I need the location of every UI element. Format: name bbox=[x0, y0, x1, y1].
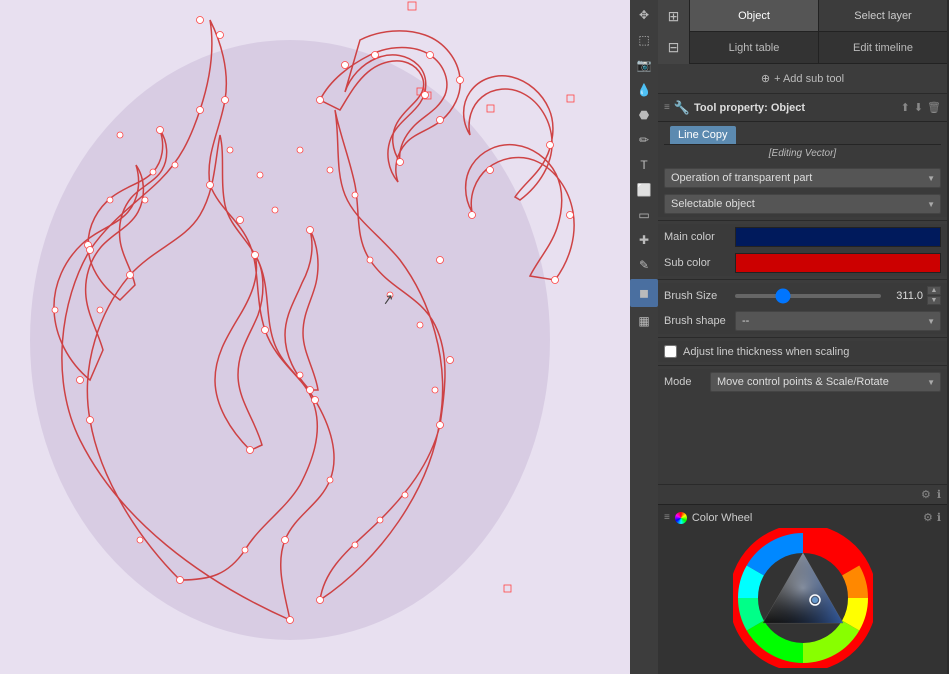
tool-prop-icon: 🔧 bbox=[674, 100, 690, 116]
color-wheel-header: ≡ Color Wheel ⚙ ℹ bbox=[664, 511, 941, 524]
editing-vector-label: [Editing Vector] bbox=[664, 145, 941, 165]
adjust-thickness-row: Adjust line thickness when scaling bbox=[658, 341, 947, 362]
tool-select-icon[interactable]: ▭ bbox=[633, 204, 655, 226]
tool-fill-icon[interactable]: ⬣ bbox=[633, 104, 655, 126]
object-btn[interactable]: Object bbox=[690, 0, 819, 31]
color-wheel-svg[interactable] bbox=[733, 528, 873, 668]
tool-text-icon[interactable]: T bbox=[633, 154, 655, 176]
adjust-thickness-checkbox[interactable] bbox=[664, 345, 677, 358]
color-wheel-menu-icon[interactable]: ≡ bbox=[664, 512, 670, 523]
sub-color-label: Sub color bbox=[664, 257, 729, 269]
brush-size-slider[interactable] bbox=[735, 294, 881, 298]
tool-eyedrop-icon[interactable]: 💧 bbox=[633, 79, 655, 101]
operation-dropdown-row: Operation of transparent part Option 2 bbox=[658, 165, 947, 191]
mode-row: Mode Move control points & Scale/Rotate … bbox=[658, 369, 947, 395]
sub-color-row: Sub color bbox=[658, 250, 947, 276]
tool-zoom-icon[interactable]: ⬚ bbox=[633, 29, 655, 51]
selectable-object-dropdown[interactable]: Selectable object Option 2 bbox=[664, 194, 941, 214]
panel-settings-icon[interactable]: ⚙ bbox=[921, 488, 931, 501]
right-panel: ⊞ Object Select layer ⊟ Light table Edit… bbox=[658, 0, 947, 674]
second-row: ⊟ Light table Edit timeline bbox=[658, 32, 947, 64]
side-icon-bar: ✥ ⬚ 📷 💧 ⬣ ✏ T ⬜ ▭ ✚ ✎ ◼ ▦ bbox=[630, 0, 658, 674]
add-icon: ⊕ bbox=[761, 72, 770, 85]
tool-color-icon[interactable]: ◼ bbox=[630, 279, 658, 307]
panel-spacer bbox=[658, 395, 947, 484]
tool-transform-icon[interactable]: ✚ bbox=[633, 229, 655, 251]
tool-move-icon[interactable]: ✥ bbox=[633, 4, 655, 26]
artwork-svg: ↗ bbox=[0, 0, 630, 674]
color-wheel-section: ≡ Color Wheel ⚙ ℹ bbox=[658, 504, 947, 674]
panel-info-icon[interactable]: ℹ bbox=[937, 488, 941, 501]
brush-size-down[interactable]: ▼ bbox=[927, 296, 941, 305]
main-color-label: Main color bbox=[664, 231, 729, 243]
mode-label: Mode bbox=[664, 376, 704, 388]
canvas-area: ↗ bbox=[0, 0, 630, 674]
brush-shape-dropdown[interactable]: -- Round Square bbox=[735, 311, 941, 331]
tool-gradient-icon[interactable]: ▦ bbox=[633, 310, 655, 332]
brush-size-label: Brush Size bbox=[664, 290, 729, 302]
main-color-row: Main color bbox=[658, 224, 947, 250]
tool-edit-icon[interactable]: ✎ bbox=[633, 254, 655, 276]
brush-shape-label: Brush shape bbox=[664, 315, 729, 327]
operation-dropdown[interactable]: Operation of transparent part Option 2 bbox=[664, 168, 941, 188]
timeline-icon-btn[interactable]: ⊟ bbox=[658, 32, 690, 64]
add-sub-tool-row[interactable]: ⊕ + Add sub tool bbox=[658, 64, 947, 94]
brush-size-value: 311.0 bbox=[885, 290, 923, 302]
color-wheel-dot-icon bbox=[675, 512, 687, 524]
color-wheel-title: Color Wheel bbox=[692, 512, 753, 524]
menu-dots-icon[interactable]: ≡ bbox=[664, 102, 670, 113]
tool-prop-header: ≡ 🔧 Tool property: Object ⬆ ⬇ 🗑 bbox=[658, 94, 947, 122]
brush-size-up[interactable]: ▲ bbox=[927, 286, 941, 295]
light-table-btn[interactable]: Light table bbox=[690, 32, 819, 63]
edit-timeline-btn[interactable]: Edit timeline bbox=[819, 32, 947, 63]
main-color-swatch[interactable] bbox=[735, 227, 941, 247]
color-wheel-settings-icon[interactable]: ⚙ bbox=[923, 511, 933, 524]
restore-icon[interactable]: ⬇ bbox=[914, 101, 923, 114]
panel-icon-btn[interactable]: ⊞ bbox=[658, 0, 690, 32]
adjust-thickness-label: Adjust line thickness when scaling bbox=[683, 346, 849, 358]
save-icon[interactable]: ⬆ bbox=[901, 101, 910, 114]
tool-camera-icon[interactable]: 📷 bbox=[633, 54, 655, 76]
mode-dropdown[interactable]: Move control points & Scale/Rotate Move … bbox=[710, 372, 941, 392]
delete-icon[interactable]: 🗑 bbox=[927, 101, 941, 114]
sub-color-swatch[interactable] bbox=[735, 253, 941, 273]
tool-frame-icon[interactable]: ⬜ bbox=[633, 179, 655, 201]
selectable-object-dropdown-row: Selectable object Option 2 bbox=[658, 191, 947, 217]
tool-pen-icon[interactable]: ✏ bbox=[633, 129, 655, 151]
brush-shape-row: Brush shape -- Round Square bbox=[658, 308, 947, 334]
line-copy-tab[interactable]: Line Copy bbox=[670, 126, 736, 144]
color-wheel-info-icon[interactable]: ℹ bbox=[937, 511, 941, 524]
select-layer-btn[interactable]: Select layer bbox=[819, 0, 947, 31]
tool-prop-title: Tool property: Object bbox=[694, 102, 805, 114]
add-sub-tool-label: + Add sub tool bbox=[774, 73, 844, 85]
top-row: ⊞ Object Select layer bbox=[658, 0, 947, 32]
brush-size-row: Brush Size 311.0 ▲ ▼ bbox=[658, 283, 947, 308]
